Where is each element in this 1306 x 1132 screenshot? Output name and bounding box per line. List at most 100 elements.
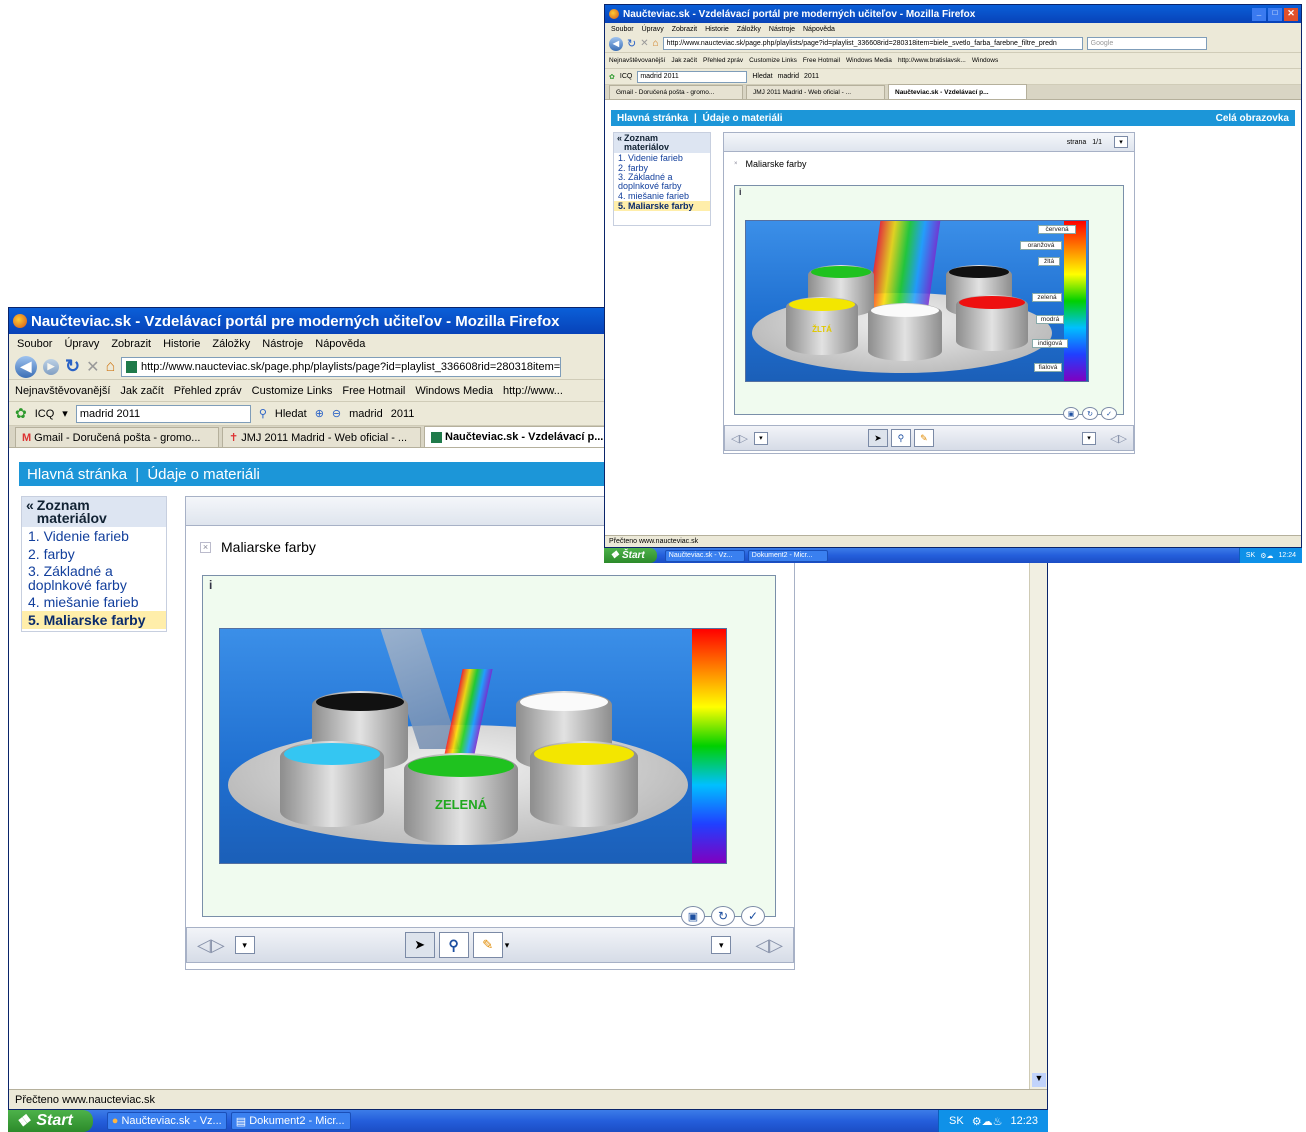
back-refresh-icon[interactable]: ↻ xyxy=(1082,407,1098,420)
start-button[interactable]: ❖ Start xyxy=(8,1110,93,1132)
home-icon[interactable]: ⌂ xyxy=(106,358,116,376)
back-check-icon[interactable]: ✓ xyxy=(1101,407,1117,420)
sidebar-header[interactable]: « Zoznam materiálov xyxy=(22,497,166,527)
back-home-icon[interactable]: ⌂ xyxy=(653,38,659,49)
prev-arrow-icon[interactable]: ◁ xyxy=(197,935,211,956)
back-sidebar-item-0[interactable]: 1. Videnie farieb xyxy=(614,153,710,163)
chevron-down-icon[interactable]: ▾ xyxy=(62,407,68,420)
menu-napoveda[interactable]: Nápověda xyxy=(315,338,365,350)
stop-icon[interactable]: ✕ xyxy=(86,357,99,377)
fullscreen-link[interactable]: Celá obrazovka xyxy=(1216,113,1289,124)
language-indicator[interactable]: SK xyxy=(949,1115,964,1127)
icq-label[interactable]: ICQ xyxy=(35,408,55,420)
back-bookmark-5[interactable]: Windows Media xyxy=(846,57,892,64)
back-sidebar-header[interactable]: « Zoznam materiálov xyxy=(614,133,710,153)
back-menu-zobrazit[interactable]: Zobrazit xyxy=(672,26,697,33)
prev-page-arrow-icon[interactable]: ◁ xyxy=(755,935,769,956)
bookmark-http[interactable]: http://www... xyxy=(503,385,563,397)
back-bookmark-7[interactable]: Windows xyxy=(972,57,998,64)
back-year-link[interactable]: 2011 xyxy=(804,73,819,80)
back-hledat-button[interactable]: Hledat xyxy=(752,73,772,80)
sidebar-item-maliarske-farby[interactable]: 5. Maliarske farby xyxy=(22,611,166,629)
back-magnifier-tool-icon[interactable]: ⚲ xyxy=(890,429,911,447)
back-bookmark-3[interactable]: Customize Links xyxy=(749,57,797,64)
forward-arrow-icon[interactable]: ▶ xyxy=(43,358,59,375)
back-bookmark-6[interactable]: http://www.bratislavsk... xyxy=(898,57,966,64)
back-icq-search-input[interactable]: madrid 2011 xyxy=(637,70,748,83)
refresh-icon[interactable]: ↻ xyxy=(711,906,735,926)
screen-icon[interactable]: ▣ xyxy=(681,906,705,926)
back-arrow-icon[interactable]: ◀ xyxy=(15,355,37,378)
bookmark-getting-started[interactable]: Jak začít xyxy=(120,385,163,397)
taskbar-item-firefox[interactable]: ● Naučteviac.sk - Vz... xyxy=(106,1112,227,1130)
next-page-arrow-icon[interactable]: ▷ xyxy=(769,935,783,956)
pen-tool-icon[interactable]: ✎ xyxy=(472,932,503,958)
back-next-page-arrow-icon[interactable]: ▷ xyxy=(1119,432,1127,445)
bookmark-windows-media[interactable]: Windows Media xyxy=(415,385,493,397)
back-taskbar-item-firefox[interactable]: Naučteviac.sk - Vz... xyxy=(664,549,745,562)
back-tab-jmj[interactable]: JMJ 2011 Madrid - Web oficial - ... xyxy=(746,85,885,99)
pen-options-chevron-icon[interactable]: ▾ xyxy=(505,940,510,951)
back-bookmark-2[interactable]: Přehled zpráv xyxy=(703,57,743,64)
back-menu-soubor[interactable]: Soubor xyxy=(611,26,634,33)
menu-historie[interactable]: Historie xyxy=(163,338,200,350)
pointer-tool-icon[interactable]: ➤ xyxy=(404,932,435,958)
back-madrid-link[interactable]: madrid xyxy=(778,73,799,80)
back-nav-material-link[interactable]: Údaje o materiáli xyxy=(703,113,783,124)
back-bookmark-0[interactable]: Nejnavštěvovanější xyxy=(609,57,665,64)
back-sidebar-item-2[interactable]: 3. Základné a doplnkové farby xyxy=(614,173,710,191)
next-arrow-icon[interactable]: ▷ xyxy=(211,935,225,956)
magnifier-tool-icon[interactable]: ⚲ xyxy=(438,932,469,958)
tab-naucteviac[interactable]: Naučteviac.sk - Vzdelávací p... xyxy=(424,426,613,447)
zoom-in-icon[interactable]: ⊕ xyxy=(315,407,324,420)
menu-zalozky[interactable]: Záložky xyxy=(212,338,250,350)
back-menu-nastroje[interactable]: Nástroje xyxy=(769,26,795,33)
close-window-icon[interactable]: ✕ xyxy=(1284,7,1298,21)
back-language-indicator[interactable]: SK xyxy=(1246,552,1255,559)
back-dropdown-right-icon[interactable]: ▾ xyxy=(1082,431,1097,445)
back-start-button[interactable]: ❖ Štart xyxy=(604,548,657,563)
back-prev-arrow-icon[interactable]: ◁ xyxy=(731,432,739,445)
icq-search-input[interactable]: madrid 2011 xyxy=(75,404,251,423)
back-url-bar[interactable]: http://www.naucteviac.sk/page.php/playli… xyxy=(662,37,1083,50)
tab-gmail[interactable]: M Gmail - Doručená pošta - gromo... xyxy=(15,427,219,447)
back-stop-icon[interactable]: ✕ xyxy=(640,38,648,49)
back-back-arrow-icon[interactable]: ◀ xyxy=(609,36,623,51)
google-search-input[interactable]: Google xyxy=(1086,37,1207,50)
back-menu-upravy[interactable]: Úpravy xyxy=(642,26,664,33)
sidebar-item-zakladne-farby[interactable]: 3. Základné a doplnkové farby xyxy=(22,563,166,593)
back-icq-label[interactable]: ICQ xyxy=(620,73,632,80)
back-pen-tool-icon[interactable]: ✎ xyxy=(913,429,934,447)
back-nav-home-link[interactable]: Hlavná stránka xyxy=(617,113,688,124)
back-next-arrow-icon[interactable]: ▷ xyxy=(739,432,747,445)
menu-soubor[interactable]: Soubor xyxy=(17,338,52,350)
zoom-out-icon[interactable]: ⊖ xyxy=(332,407,341,420)
taskbar-item-word[interactable]: ▤ Dokument2 - Micr... xyxy=(230,1112,351,1130)
sidebar-item-farby[interactable]: 2. farby xyxy=(22,545,166,563)
info-icon[interactable]: i xyxy=(209,578,212,592)
hledat-button[interactable]: Hledat xyxy=(275,408,307,420)
year-link[interactable]: 2011 xyxy=(391,408,415,420)
back-screen-icon[interactable]: ▣ xyxy=(1063,407,1079,420)
bookmark-free-hotmail[interactable]: Free Hotmail xyxy=(342,385,405,397)
collapse-chevron-icon[interactable]: « xyxy=(26,498,34,512)
page-dropdown-icon[interactable]: ▾ xyxy=(1114,136,1128,148)
menu-nastroje[interactable]: Nástroje xyxy=(262,338,303,350)
back-prev-page-arrow-icon[interactable]: ◁ xyxy=(1110,432,1118,445)
reload-icon[interactable]: ↻ xyxy=(65,356,80,377)
back-close-box-icon[interactable]: × xyxy=(734,161,738,167)
maximize-icon[interactable]: □ xyxy=(1268,7,1282,21)
sidebar-item-miesanie-farieb[interactable]: 4. miešanie farieb xyxy=(22,593,166,611)
bookmark-most-visited[interactable]: Nejnavštěvovanější xyxy=(15,385,110,397)
back-sidebar-item-3[interactable]: 4. miešanie farieb xyxy=(614,191,710,201)
search-icon[interactable]: ⚲ xyxy=(259,407,267,420)
tab-jmj[interactable]: ✝ JMJ 2011 Madrid - Web oficial - ... xyxy=(222,427,421,447)
back-menu-historie[interactable]: Historie xyxy=(705,26,729,33)
back-menu-zalozky[interactable]: Záložky xyxy=(737,26,761,33)
back-taskbar-item-word[interactable]: Dokument2 - Micr... xyxy=(747,549,828,562)
nav-home-link[interactable]: Hlavná stránka xyxy=(27,466,127,483)
back-dropdown-left-icon[interactable]: ▾ xyxy=(753,431,768,445)
back-info-icon[interactable]: i xyxy=(739,187,742,197)
bookmark-news[interactable]: Přehled zpráv xyxy=(174,385,242,397)
back-sidebar-item-4[interactable]: 5. Maliarske farby xyxy=(614,201,710,211)
